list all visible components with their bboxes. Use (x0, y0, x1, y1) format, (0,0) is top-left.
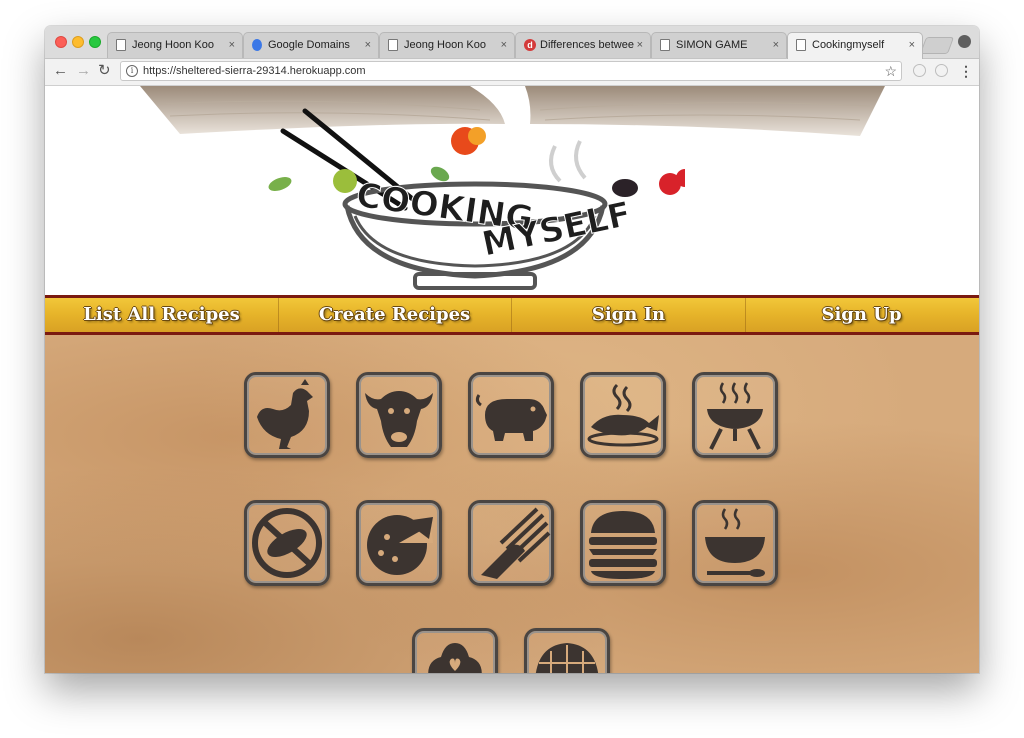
nav-sign-up[interactable]: Sign Up (745, 298, 978, 332)
tab-simon-game[interactable]: SIMON GAME × (651, 32, 787, 58)
category-soup-button[interactable] (692, 500, 778, 586)
tab-jeong-hoon-koo-2[interactable]: Jeong Hoon Koo × (379, 32, 515, 58)
back-button[interactable]: ← (53, 61, 68, 81)
category-no-meat-button[interactable] (244, 500, 330, 586)
pork-icon (475, 394, 547, 441)
minimize-window-button[interactable] (72, 36, 84, 48)
pie-icon (535, 643, 599, 673)
nav-sign-in[interactable]: Sign In (512, 298, 746, 332)
category-seafood-button[interactable] (580, 372, 666, 458)
reload-button[interactable]: ↻ (98, 61, 111, 81)
category-chicken-button[interactable] (244, 372, 330, 458)
nav-list-all-recipes[interactable]: List All Recipes (45, 298, 279, 332)
close-icon[interactable]: × (773, 33, 779, 58)
tab-google-domains[interactable]: Google Domains × (243, 32, 379, 58)
close-icon[interactable]: × (909, 33, 915, 58)
soup-icon (705, 508, 765, 577)
pasta-icon (481, 507, 551, 579)
category-pork-button[interactable] (468, 372, 554, 458)
close-window-button[interactable] (55, 36, 67, 48)
pizza-icon (367, 515, 433, 575)
page-icon (388, 39, 398, 51)
tab-strip: Jeong Hoon Koo × Google Domains × Jeong … (45, 26, 979, 59)
address-bar[interactable]: i https://sheltered-sierra-29314.herokua… (120, 61, 902, 81)
page-content: COOKING MYSELF List All Recipes Create R… (45, 86, 979, 673)
nav-create-recipes[interactable]: Create Recipes (278, 298, 512, 332)
page-icon (660, 39, 670, 51)
category-area (45, 335, 979, 673)
menu-icon[interactable]: ⋮ (959, 62, 973, 80)
toolbar: ← → ↻ i https://sheltered-sierra-29314.h… (45, 59, 979, 86)
url-text[interactable]: https://sheltered-sierra-29314.herokuapp… (143, 64, 366, 78)
star-icon[interactable]: ☆ (884, 62, 897, 80)
burger-icon (589, 511, 657, 579)
globe-icon (252, 39, 262, 51)
extension-icon[interactable] (913, 64, 926, 77)
category-burger-button[interactable] (580, 500, 666, 586)
cooking-myself-logo: COOKING MYSELF (268, 108, 685, 290)
tab-jeong-hoon-koo-1[interactable]: Jeong Hoon Koo × (107, 32, 243, 58)
header-banner: COOKING MYSELF (45, 86, 979, 295)
page-icon (796, 39, 806, 51)
close-icon[interactable]: × (637, 33, 643, 58)
d-icon: d (524, 39, 536, 51)
category-beef-button[interactable] (356, 372, 442, 458)
category-pizza-button[interactable] (356, 500, 442, 586)
info-icon[interactable]: i (126, 65, 138, 77)
close-icon[interactable]: × (229, 33, 235, 58)
beef-icon (365, 391, 433, 447)
tab-title: Jeong Hoon Koo (404, 39, 486, 51)
tab-title: Differences betwee (540, 39, 634, 51)
page-icon (116, 39, 126, 51)
seafood-icon (587, 383, 659, 447)
category-bbq-button[interactable] (692, 372, 778, 458)
main-nav: List All Recipes Create Recipes Sign In … (45, 295, 979, 335)
profile-icon[interactable] (958, 35, 971, 48)
tab-cookingmyself[interactable]: Cookingmyself × (787, 32, 923, 59)
tab-title: Google Domains (268, 39, 350, 51)
tab-title: Jeong Hoon Koo (132, 39, 214, 51)
maximize-window-button[interactable] (89, 36, 101, 48)
dessert-icon (428, 643, 482, 673)
category-pasta-button[interactable] (468, 500, 554, 586)
close-icon[interactable]: × (365, 33, 371, 58)
browser-window: Jeong Hoon Koo × Google Domains × Jeong … (45, 26, 979, 673)
tab-differences[interactable]: d Differences betwee × (515, 32, 651, 58)
extension-icon[interactable] (935, 64, 948, 77)
close-icon[interactable]: × (501, 33, 507, 58)
tab-title: Cookingmyself (812, 39, 885, 51)
no-meat-icon (252, 508, 322, 578)
forward-button[interactable]: → (76, 61, 91, 81)
category-pie-button[interactable] (524, 628, 610, 673)
bbq-icon (707, 382, 763, 450)
category-dessert-button[interactable] (412, 628, 498, 673)
new-tab-button[interactable] (919, 37, 955, 54)
chicken-icon (257, 379, 313, 449)
tab-title: SIMON GAME (676, 39, 748, 51)
